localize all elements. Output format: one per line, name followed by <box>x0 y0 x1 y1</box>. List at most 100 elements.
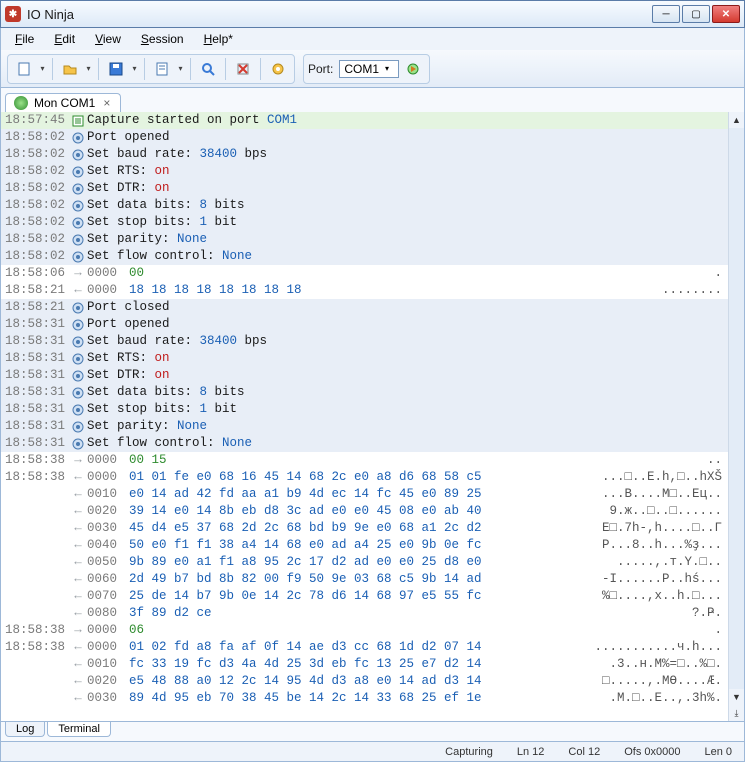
log-row[interactable]: 18:58:31Set parity: None <box>1 418 728 435</box>
log-row[interactable]: 18:58:02Set data bits: 8 bits <box>1 197 728 214</box>
menu-view[interactable]: View <box>87 30 129 48</box>
log-body: Port opened <box>87 129 728 146</box>
clear-button[interactable] <box>231 57 255 81</box>
log-row[interactable]: 18:58:02Set parity: None <box>1 231 728 248</box>
log-row[interactable]: 18:58:31Set data bits: 8 bits <box>1 384 728 401</box>
log-row[interactable]: 18:58:38→0000 00 15.. <box>1 452 728 469</box>
log-row[interactable]: ←0030 89 4d 95 eb 70 38 45 be 14 2c 14 3… <box>1 690 728 707</box>
menu-file[interactable]: File <box>7 30 42 48</box>
arrow-left-icon: ← <box>69 605 87 622</box>
new-dropdown[interactable]: ▾ <box>38 64 47 73</box>
log-row[interactable]: ←0060 2d 49 b7 bd 8b 82 00 f9 50 9e 03 6… <box>1 571 728 588</box>
scroll-down-button[interactable]: ▼ <box>729 689 744 705</box>
log-row[interactable]: ←0080 3f 89 d2 ce?.Ҏ. <box>1 605 728 622</box>
log-row[interactable]: ←0050 9b 89 e0 a1 f1 a8 95 2c 17 d2 ad e… <box>1 554 728 571</box>
log-timestamp: 18:58:31 <box>1 350 69 367</box>
menu-session[interactable]: Session <box>133 30 192 48</box>
close-button[interactable]: ✕ <box>712 5 740 23</box>
arrow-left-icon: ← <box>69 673 87 690</box>
log-row[interactable]: ←0070 25 de 14 b7 9b 0e 14 2c 78 d6 14 6… <box>1 588 728 605</box>
log-row[interactable]: 18:58:38←0000 01 01 fe e0 68 16 45 14 68… <box>1 469 728 486</box>
status-bar: Capturing Ln 12 Col 12 Ofs 0x0000 Len 0 <box>0 742 745 762</box>
tab-log[interactable]: Log <box>5 722 45 737</box>
log-row[interactable]: 18:58:02Set flow control: None <box>1 248 728 265</box>
settings-button[interactable] <box>266 57 290 81</box>
new-button[interactable] <box>12 57 36 81</box>
log-body: 0070 25 de 14 b7 9b 0e 14 2c 78 d6 14 68… <box>87 588 602 605</box>
minimize-button[interactable]: ─ <box>652 5 680 23</box>
log-row[interactable]: 18:58:38→0000 06. <box>1 622 728 639</box>
log-timestamp: 18:58:31 <box>1 384 69 401</box>
log-timestamp: 18:58:02 <box>1 248 69 265</box>
log-content[interactable]: 18:57:45Capture started on port COM118:5… <box>1 112 728 721</box>
log-body: 0030 45 d4 e5 37 68 2d 2c 68 bd b9 9e e0… <box>87 520 602 537</box>
save-dropdown[interactable]: ▾ <box>130 64 139 73</box>
capture-button[interactable] <box>401 57 425 81</box>
tab-terminal[interactable]: Terminal <box>47 722 111 737</box>
save-button[interactable] <box>104 57 128 81</box>
log-row[interactable]: 18:58:31Set DTR: on <box>1 367 728 384</box>
log-row[interactable]: 18:58:02Set baud rate: 38400 bps <box>1 146 728 163</box>
log-row[interactable]: 18:58:02Port opened <box>1 129 728 146</box>
status-capturing: Capturing <box>445 746 493 758</box>
log-row[interactable]: 18:58:31Set flow control: None <box>1 435 728 452</box>
tab-label: Mon COM1 <box>34 96 95 110</box>
log-row[interactable]: 18:58:31Set RTS: on <box>1 350 728 367</box>
log-timestamp: 18:58:31 <box>1 316 69 333</box>
log-row[interactable]: 18:58:31Set stop bits: 1 bit <box>1 401 728 418</box>
config-icon <box>69 350 87 367</box>
log-row[interactable]: 18:58:02Set stop bits: 1 bit <box>1 214 728 231</box>
log-body: Capture started on port COM1 <box>87 112 728 129</box>
log-body: 0050 9b 89 e0 a1 f1 a8 95 2c 17 d2 ad e0… <box>87 554 617 571</box>
scroll-end-button[interactable]: ⤓ <box>729 705 744 721</box>
status-line: Ln 12 <box>517 746 545 758</box>
log-ascii: %□....,x..h.□... <box>602 588 728 605</box>
open-button[interactable] <box>58 57 82 81</box>
log-timestamp <box>1 520 69 537</box>
config-icon <box>69 367 87 384</box>
tab-mon-com1[interactable]: Mon COM1 × <box>5 93 121 112</box>
document-dropdown[interactable]: ▾ <box>176 64 185 73</box>
arrow-left-icon: ← <box>69 639 87 656</box>
search-button[interactable] <box>196 57 220 81</box>
open-dropdown[interactable]: ▾ <box>84 64 93 73</box>
page-icon <box>69 112 87 129</box>
log-row[interactable]: 18:58:06→0000 00. <box>1 265 728 282</box>
log-timestamp: 18:58:31 <box>1 333 69 350</box>
arrow-left-icon: ← <box>69 520 87 537</box>
config-icon <box>69 418 87 435</box>
tab-close-button[interactable]: × <box>101 96 112 110</box>
log-row[interactable]: ←0020 39 14 e0 14 8b eb d8 3c ad e0 e0 4… <box>1 503 728 520</box>
scroll-track[interactable] <box>729 128 744 689</box>
status-offset: Ofs 0x0000 <box>624 746 680 758</box>
vertical-scrollbar[interactable]: ▲ ▼ ⤓ <box>728 112 744 721</box>
scroll-up-button[interactable]: ▲ <box>729 112 744 128</box>
menu-edit[interactable]: Edit <box>46 30 83 48</box>
log-timestamp <box>1 537 69 554</box>
log-timestamp: 18:58:02 <box>1 180 69 197</box>
log-row[interactable]: 18:58:21←0000 18 18 18 18 18 18 18 18...… <box>1 282 728 299</box>
log-timestamp <box>1 571 69 588</box>
log-timestamp: 18:58:38 <box>1 469 69 486</box>
port-label: Port: <box>308 62 333 76</box>
log-row[interactable]: ←0010 e0 14 ad 42 fd aa a1 b9 4d ec 14 f… <box>1 486 728 503</box>
app-icon: ✱ <box>5 6 21 22</box>
menu-help[interactable]: Help* <box>196 30 241 48</box>
log-row[interactable]: 18:58:38←0000 01 02 fd a8 fa af 0f 14 ae… <box>1 639 728 656</box>
log-row[interactable]: 18:58:31Set baud rate: 38400 bps <box>1 333 728 350</box>
log-row[interactable]: 18:57:45Capture started on port COM1 <box>1 112 728 129</box>
log-row[interactable]: ←0030 45 d4 e5 37 68 2d 2c 68 bd b9 9e e… <box>1 520 728 537</box>
log-row[interactable]: ←0010 fc 33 19 fc d3 4a 4d 25 3d eb fc 1… <box>1 656 728 673</box>
document-button[interactable] <box>150 57 174 81</box>
log-row[interactable]: 18:58:02Set DTR: on <box>1 180 728 197</box>
log-timestamp: 18:58:38 <box>1 452 69 469</box>
log-row[interactable]: 18:58:21Port closed <box>1 299 728 316</box>
log-row[interactable]: ←0020 e5 48 88 a0 12 2c 14 95 4d d3 a8 e… <box>1 673 728 690</box>
log-row[interactable]: ←0040 50 e0 f1 f1 38 a4 14 68 e0 ad a4 2… <box>1 537 728 554</box>
log-row[interactable]: 18:58:02Set RTS: on <box>1 163 728 180</box>
config-icon <box>69 299 87 316</box>
port-select[interactable]: COM1 ▾ <box>339 60 399 78</box>
config-icon <box>69 180 87 197</box>
log-row[interactable]: 18:58:31Port opened <box>1 316 728 333</box>
maximize-button[interactable]: ▢ <box>682 5 710 23</box>
